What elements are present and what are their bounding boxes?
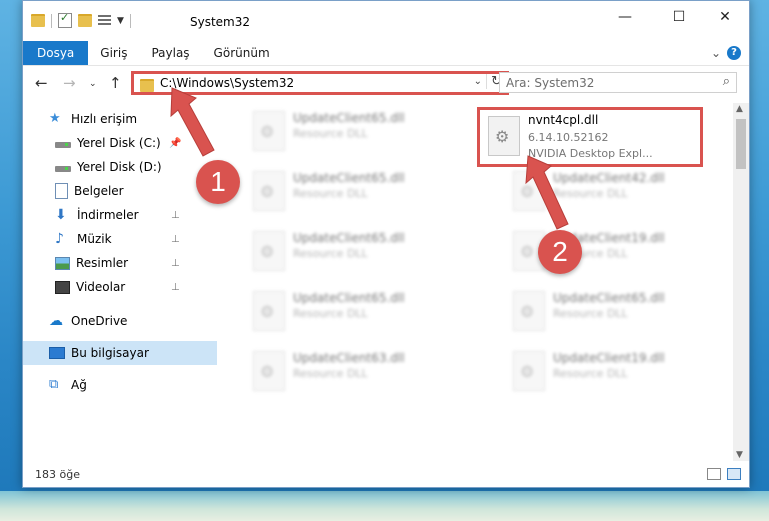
step-1-badge: 1 [196,160,240,204]
arrow-1 [170,87,215,157]
annotation-arrows [170,87,569,230]
arrow-2 [525,155,569,230]
step-2-badge: 2 [538,230,582,274]
